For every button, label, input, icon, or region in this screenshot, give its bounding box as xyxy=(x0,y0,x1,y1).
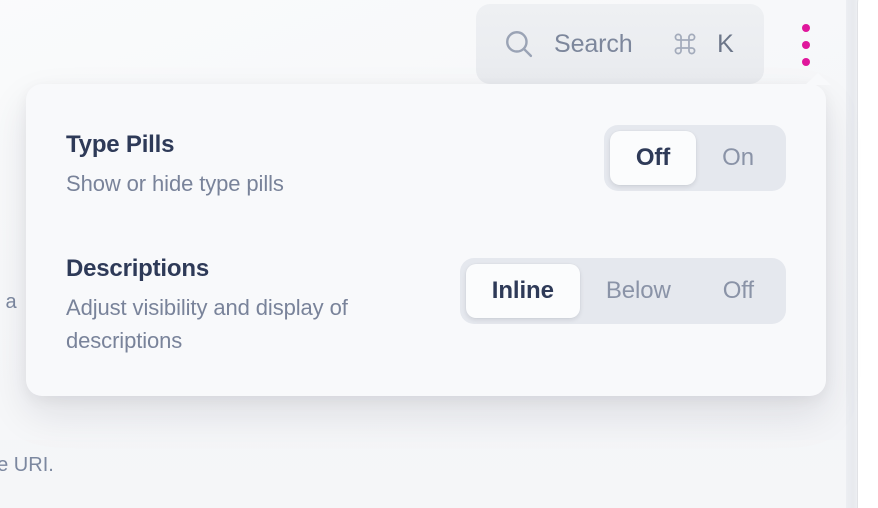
search-input[interactable]: Search K xyxy=(476,4,764,84)
segment-type-pills-off[interactable]: Off xyxy=(609,131,697,185)
search-icon xyxy=(506,31,533,58)
search-placeholder-text: Search xyxy=(554,29,633,58)
setting-title-type-pills: Type Pills xyxy=(66,131,175,158)
background-text-fragment-left: s a xyxy=(0,291,17,313)
right-panel-gap xyxy=(846,0,858,508)
segmented-control-type-pills: Off On xyxy=(603,125,786,191)
more-vertical-icon[interactable] xyxy=(793,20,819,70)
segment-type-pills-on[interactable]: On xyxy=(696,131,780,185)
segmented-control-descriptions: Inline Below Off xyxy=(459,258,786,324)
settings-dropdown-panel: Type Pills Show or hide type pills Off O… xyxy=(26,73,831,396)
search-shortcut-key: K xyxy=(717,29,734,58)
setting-description-descriptions: Adjust visibility and display of descrip… xyxy=(66,295,348,353)
kebab-dot-bottom xyxy=(802,58,810,66)
background-text-fragment-bottom: ge URI. xyxy=(0,454,54,476)
setting-text-descriptions: Descriptions Adjust visibility and displ… xyxy=(66,252,396,357)
segment-descriptions-below[interactable]: Below xyxy=(580,264,697,318)
panel-caret xyxy=(805,73,831,85)
setting-text-type-pills: Type Pills Show or hide type pills xyxy=(66,128,284,200)
command-key-icon xyxy=(674,33,696,55)
right-side-panel xyxy=(858,0,878,508)
segment-descriptions-off[interactable]: Off xyxy=(697,264,780,318)
setting-row-descriptions: Descriptions Adjust visibility and displ… xyxy=(66,252,786,357)
setting-description-type-pills: Show or hide type pills xyxy=(66,171,284,196)
setting-title-descriptions: Descriptions xyxy=(66,255,209,282)
kebab-dot-middle xyxy=(802,41,810,49)
kebab-dot-top xyxy=(802,24,810,32)
setting-row-type-pills: Type Pills Show or hide type pills Off O… xyxy=(66,125,786,200)
segment-descriptions-inline[interactable]: Inline xyxy=(465,264,580,318)
